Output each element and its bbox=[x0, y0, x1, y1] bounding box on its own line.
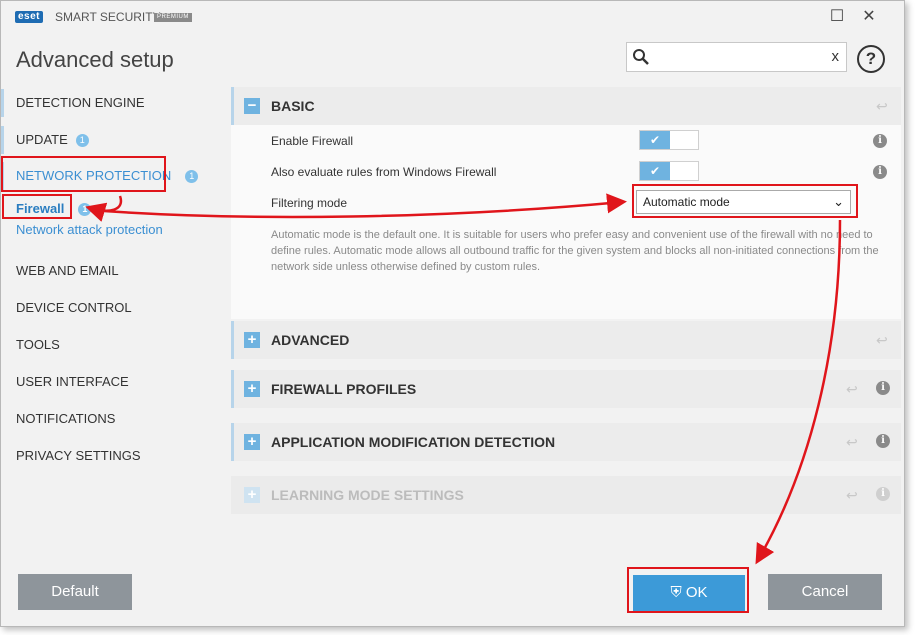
advanced-setup-window: eset SMART SECURITY PREMIUM ☐ ✕ Advanced… bbox=[0, 0, 905, 627]
sidebar-item-label: WEB AND EMAIL bbox=[16, 263, 119, 278]
sidebar-item-label: TOOLS bbox=[16, 337, 60, 352]
section-basic: − BASIC ↩ bbox=[231, 87, 901, 125]
sidebar-item-web-and-email[interactable]: WEB AND EMAIL bbox=[1, 257, 226, 285]
enable-firewall-toggle[interactable]: ✔ bbox=[639, 130, 699, 150]
section-title[interactable]: FIREWALL PROFILES bbox=[271, 381, 416, 397]
page-title: Advanced setup bbox=[16, 47, 174, 72]
section-advanced: + ADVANCED ↩ bbox=[231, 321, 901, 359]
sidebar-item-label: NOTIFICATIONS bbox=[16, 411, 116, 426]
info-icon[interactable]: i bbox=[876, 434, 890, 448]
section-title[interactable]: APPLICATION MODIFICATION DETECTION bbox=[271, 434, 555, 450]
section-learning-mode-settings: + LEARNING MODE SETTINGS ↩ i bbox=[231, 476, 901, 514]
update-badge: 1 bbox=[75, 134, 89, 147]
sidebar-item-label: UPDATE bbox=[16, 132, 68, 147]
default-button[interactable]: Default bbox=[18, 574, 132, 610]
maximize-icon[interactable]: ☐ bbox=[827, 7, 847, 27]
cancel-button[interactable]: Cancel bbox=[768, 574, 882, 610]
revert-icon[interactable]: ↩ bbox=[846, 434, 858, 451]
info-icon[interactable]: i bbox=[876, 381, 890, 395]
expand-icon[interactable]: + bbox=[244, 381, 260, 397]
filtering-mode-description: Automatic mode is the default one. It is… bbox=[271, 229, 879, 273]
sidebar-item-label: NETWORK PROTECTION bbox=[16, 168, 172, 183]
network-protection-badge: 1 bbox=[185, 170, 199, 183]
revert-icon[interactable]: ↩ bbox=[876, 98, 888, 115]
product-name: SMART SECURITY bbox=[55, 10, 161, 24]
ok-button[interactable]: ⛨ OK bbox=[633, 575, 745, 611]
eset-logo: eset bbox=[15, 11, 44, 23]
section-title: LEARNING MODE SETTINGS bbox=[271, 487, 464, 503]
sidebar-subitem-firewall[interactable]: Firewall 1 bbox=[16, 201, 92, 216]
sidebar-item-detection-engine[interactable]: DETECTION ENGINE bbox=[1, 89, 226, 117]
close-icon[interactable]: ✕ bbox=[859, 7, 879, 27]
firewall-badge: 1 bbox=[78, 203, 92, 216]
section-application-modification-detection: + APPLICATION MODIFICATION DETECTION ↩ i bbox=[231, 423, 901, 461]
windows-firewall-rules-toggle[interactable]: ✔ bbox=[639, 161, 699, 181]
sidebar-item-label: DETECTION ENGINE bbox=[16, 95, 145, 110]
revert-icon[interactable]: ↩ bbox=[876, 332, 888, 349]
sidebar-item-privacy-settings[interactable]: PRIVACY SETTINGS bbox=[1, 442, 226, 470]
sidebar-item-label: PRIVACY SETTINGS bbox=[16, 448, 141, 463]
section-firewall-profiles: + FIREWALL PROFILES ↩ i bbox=[231, 370, 901, 408]
filtering-mode-select[interactable]: Automatic mode ⌄ bbox=[636, 190, 851, 214]
sidebar-item-device-control[interactable]: DEVICE CONTROL bbox=[1, 294, 226, 322]
sidebar-subitem-network-attack-protection[interactable]: Network attack protection bbox=[16, 222, 163, 237]
sidebar-item-notifications[interactable]: NOTIFICATIONS bbox=[1, 405, 226, 433]
check-icon: ✔ bbox=[640, 131, 670, 149]
sidebar-item-user-interface[interactable]: USER INTERFACE bbox=[1, 368, 226, 396]
title-bar: eset SMART SECURITY PREMIUM ☐ ✕ bbox=[1, 1, 904, 33]
select-value: Automatic mode bbox=[643, 195, 730, 209]
expand-icon[interactable]: + bbox=[244, 434, 260, 450]
basic-section-body: Enable Firewall ✔ i Also evaluate rules … bbox=[231, 125, 901, 319]
sidebar-item-network-protection[interactable]: NETWORK PROTECTION 1 bbox=[1, 162, 226, 190]
shield-icon: ⛨ bbox=[670, 584, 682, 601]
setting-label: Filtering mode bbox=[271, 196, 348, 210]
edition-badge: PREMIUM bbox=[154, 13, 192, 22]
info-icon[interactable]: i bbox=[873, 134, 887, 148]
sidebar-subitem-label: Firewall bbox=[16, 201, 65, 216]
expand-icon[interactable]: + bbox=[244, 332, 260, 348]
info-icon[interactable]: i bbox=[873, 165, 887, 179]
ok-button-label: OK bbox=[685, 584, 708, 601]
sidebar-item-update[interactable]: UPDATE 1 bbox=[1, 126, 226, 154]
section-title[interactable]: ADVANCED bbox=[271, 332, 349, 348]
search-input[interactable] bbox=[653, 45, 827, 71]
collapse-icon[interactable]: − bbox=[244, 98, 260, 114]
chevron-down-icon: ⌄ bbox=[833, 194, 844, 209]
search-icon bbox=[633, 49, 649, 65]
help-icon[interactable]: ? bbox=[857, 45, 885, 73]
check-icon: ✔ bbox=[640, 162, 670, 180]
sidebar-item-tools[interactable]: TOOLS bbox=[1, 331, 226, 359]
clear-search-icon[interactable]: x bbox=[832, 48, 840, 65]
setting-label: Also evaluate rules from Windows Firewal… bbox=[271, 165, 497, 179]
expand-icon: + bbox=[244, 487, 260, 503]
section-title[interactable]: BASIC bbox=[271, 98, 315, 114]
revert-icon: ↩ bbox=[846, 487, 858, 503]
search-box[interactable]: x bbox=[626, 42, 847, 72]
setting-label: Enable Firewall bbox=[271, 134, 354, 148]
sidebar-item-label: USER INTERFACE bbox=[16, 374, 129, 389]
info-icon: i bbox=[876, 487, 890, 501]
sidebar-item-label: DEVICE CONTROL bbox=[16, 300, 132, 315]
revert-icon[interactable]: ↩ bbox=[846, 381, 858, 398]
